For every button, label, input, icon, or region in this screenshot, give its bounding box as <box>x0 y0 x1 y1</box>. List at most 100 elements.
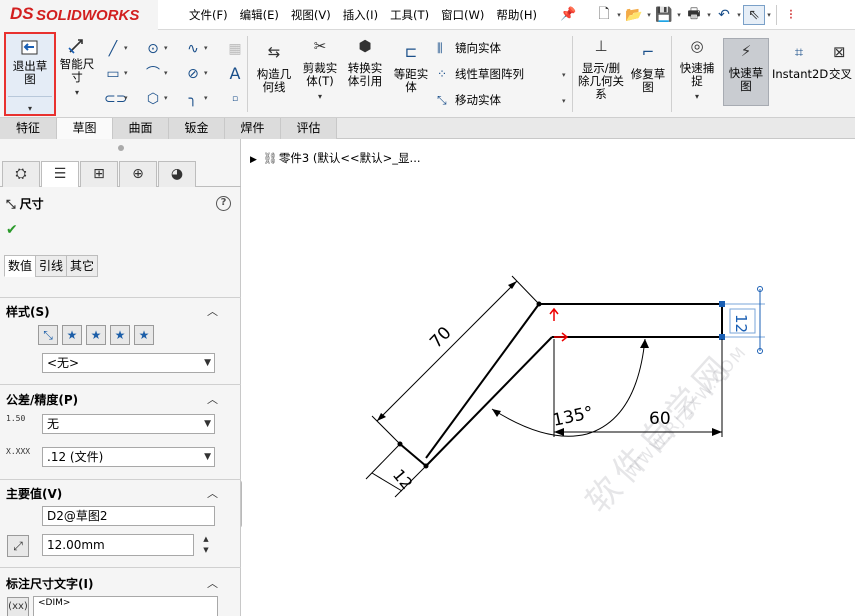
chevron-down-icon[interactable]: ▾ <box>164 69 168 77</box>
dimension-12-selected-label[interactable]: 12 <box>732 314 750 333</box>
graphics-area[interactable]: ▶⛓零件3 (默认<<默认>_显... 软件自学网 WWW.RJZXW.COM <box>242 139 855 616</box>
angle-135-label[interactable]: 135° <box>551 403 595 431</box>
panel-grip-icon[interactable] <box>118 145 124 151</box>
dimension-60-label[interactable]: 60 <box>649 409 671 429</box>
convert-entities-button[interactable]: ⬢ 转换实体引用 <box>343 39 387 88</box>
collapse-chevron-icon[interactable]: ︿ <box>207 391 218 407</box>
menu-edit[interactable]: 编辑(E) <box>234 0 285 30</box>
add-style-icon[interactable]: ★ <box>62 325 82 345</box>
tolerance-type-select[interactable]: 无 ▼ <box>42 414 215 434</box>
tab-surfaces[interactable]: 曲面 <box>113 118 169 139</box>
smart-dimension-button[interactable]: 智能尺寸 ▾ <box>57 36 97 99</box>
tab-weldments[interactable]: 焊件 <box>225 118 281 139</box>
mirror-entities-button[interactable]: ⫼ 镜向实体 <box>437 41 501 55</box>
menu-insert[interactable]: 插入(I) <box>337 0 384 30</box>
menu-file[interactable]: 文件(F) <box>183 0 234 30</box>
instant2d-button[interactable]: ⌗ Instant2D <box>772 45 828 81</box>
apply-default-style-icon[interactable]: ⤡ <box>38 325 58 345</box>
trim-entities-button[interactable]: ✂ 剪裁实体(T) ▾ <box>298 39 342 103</box>
display-manager-tab-icon[interactable]: ◕ <box>158 161 196 187</box>
tab-sketch[interactable]: 草图 <box>57 118 113 139</box>
arc-icon[interactable]: ⌒ <box>144 65 162 83</box>
subtab-value[interactable]: 数值 <box>4 255 37 277</box>
dimension-12-label[interactable]: 12 <box>389 465 417 493</box>
undo-icon[interactable]: ↶ <box>713 5 735 25</box>
dimension-value-input[interactable]: 12.00mm <box>42 534 194 556</box>
spline-icon[interactable]: ∿ <box>184 40 202 58</box>
menu-help[interactable]: 帮助(H) <box>490 0 543 30</box>
reverse-direction-icon[interactable]: ⤢ <box>7 535 29 557</box>
dimension-line-70[interactable] <box>376 280 518 422</box>
intersection-curve-button[interactable]: ⊠ 交叉 <box>829 45 855 81</box>
subtab-other[interactable]: 其它 <box>66 255 99 277</box>
quick-snaps-button[interactable]: ◎ 快速捕捉 ▾ <box>675 39 719 103</box>
property-manager-tab-icon[interactable]: ☰ <box>41 161 79 187</box>
primary-value-section-heading[interactable]: 主要值(V) <box>6 485 62 502</box>
chevron-down-icon[interactable]: ▾ <box>675 90 719 103</box>
open-folder-icon[interactable]: 📂 <box>623 5 645 25</box>
move-entities-button[interactable]: ⤡ 移动实体 <box>437 93 501 107</box>
text-icon[interactable]: A <box>226 65 244 83</box>
dimension-text-field[interactable]: <DIM> <box>33 596 218 616</box>
tab-sheet-metal[interactable]: 钣金 <box>169 118 225 139</box>
chevron-down-icon[interactable]: ▾ <box>6 102 54 115</box>
dimension-70-label[interactable]: 70 <box>426 323 455 352</box>
chevron-down-icon[interactable]: ▾ <box>705 11 713 19</box>
print-icon[interactable]: 🖶 <box>683 5 705 25</box>
chevron-down-icon[interactable]: ▾ <box>204 69 208 77</box>
collapse-chevron-icon[interactable]: ︿ <box>207 485 218 501</box>
chevron-down-icon[interactable]: ▾ <box>562 97 566 105</box>
chevron-down-icon[interactable]: ▾ <box>645 11 653 19</box>
chevron-down-icon[interactable]: ▾ <box>164 44 168 52</box>
ok-checkmark-icon[interactable]: ✔ <box>6 222 18 238</box>
save-icon[interactable]: 💾 <box>653 5 675 25</box>
chevron-down-icon[interactable]: ▾ <box>765 11 773 19</box>
slot-icon[interactable]: ⊂⊃ <box>104 90 127 108</box>
tolerance-section-heading[interactable]: 公差/精度(P) <box>6 391 78 408</box>
traffic-light-icon[interactable]: ⁝ <box>780 5 802 25</box>
chevron-down-icon[interactable]: ▾ <box>204 94 208 102</box>
save-style-icon[interactable]: ★ <box>110 325 130 345</box>
subtab-leaders[interactable]: 引线 <box>35 255 68 277</box>
value-spinner[interactable]: ▲ ▼ <box>199 534 213 556</box>
fillet-icon[interactable]: ╮ <box>184 90 202 108</box>
help-icon[interactable]: ? <box>216 196 231 211</box>
delete-style-icon[interactable]: ★ <box>86 325 106 345</box>
menu-window[interactable]: 窗口(W) <box>435 0 490 30</box>
chevron-down-icon[interactable]: ▾ <box>124 94 128 102</box>
exit-sketch-button[interactable]: 退出草图 ▾ <box>4 32 56 116</box>
chevron-down-icon[interactable]: ▾ <box>298 90 342 103</box>
construction-geometry-button[interactable]: ⇆ 构造几何线 <box>252 45 296 94</box>
display-delete-relations-button[interactable]: ⊥ 显示/删除几何关系 <box>578 39 624 101</box>
ellipse-icon[interactable]: ⊘ <box>184 65 202 83</box>
menu-view[interactable]: 视图(V) <box>285 0 337 30</box>
chevron-down-icon[interactable]: ▾ <box>615 11 623 19</box>
rectangle-icon[interactable]: ▭ <box>104 65 122 83</box>
dimension-text-section-heading[interactable]: 标注尺寸文字(I) <box>6 575 93 592</box>
tab-evaluate[interactable]: 评估 <box>281 118 337 139</box>
sketch-endpoint-handle[interactable] <box>719 301 725 307</box>
chevron-down-icon[interactable]: ▾ <box>675 11 683 19</box>
style-select[interactable]: <无> ▼ <box>42 353 215 373</box>
dimension-name-field[interactable]: D2@草图2 <box>42 506 215 526</box>
menu-tools[interactable]: 工具(T) <box>384 0 435 30</box>
sketch-line-lower[interactable] <box>425 336 553 467</box>
collapse-chevron-icon[interactable]: ︿ <box>207 575 218 591</box>
chevron-down-icon[interactable]: ▾ <box>164 94 168 102</box>
chevron-down-icon[interactable]: ▾ <box>57 86 97 99</box>
line-icon[interactable]: ╱ <box>104 40 122 58</box>
chevron-down-icon[interactable]: ▾ <box>735 11 743 19</box>
chevron-down-icon[interactable]: ▾ <box>204 44 208 52</box>
circle-icon[interactable]: ⊙ <box>144 40 162 58</box>
chevron-down-icon[interactable]: ▾ <box>562 71 566 79</box>
feature-manager-tab-icon[interactable]: ⛭ <box>2 161 40 187</box>
load-style-icon[interactable]: ★ <box>134 325 154 345</box>
parentheses-icon[interactable]: (xx) <box>7 597 29 616</box>
style-section-heading[interactable]: 样式(S) <box>6 303 50 320</box>
repair-sketch-button[interactable]: ⌐ 修复草图 <box>626 45 670 94</box>
point-icon[interactable]: ▫ <box>226 90 244 108</box>
new-document-icon[interactable]: 🗋 <box>593 5 615 25</box>
chevron-down-icon[interactable]: ▾ <box>124 44 128 52</box>
polygon-icon[interactable]: ⬡ <box>144 90 162 108</box>
precision-select[interactable]: .12 (文件) ▼ <box>42 447 215 467</box>
